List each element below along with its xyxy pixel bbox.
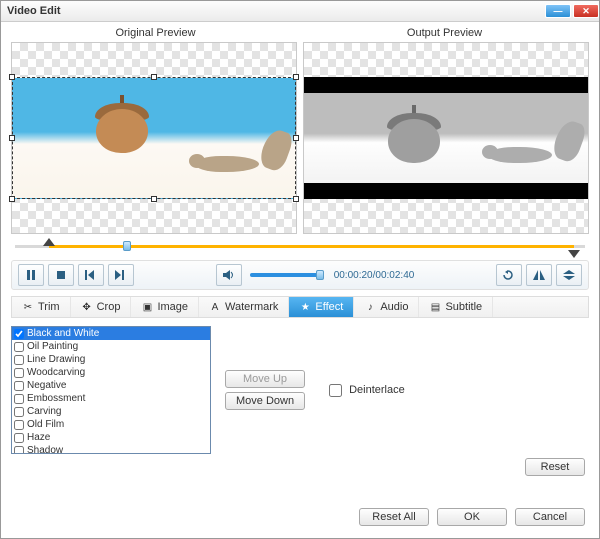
tab-watermark[interactable]: A Watermark xyxy=(199,297,289,317)
tab-label: Subtitle xyxy=(445,301,482,313)
effect-checkbox[interactable] xyxy=(14,342,24,352)
effect-label: Embossment xyxy=(27,393,85,404)
deinterlace-option[interactable]: Deinterlace xyxy=(325,381,405,400)
effect-item[interactable]: Embossment xyxy=(12,392,210,405)
output-preview-panel xyxy=(303,42,589,234)
effect-item[interactable]: Negative xyxy=(12,379,210,392)
effect-item[interactable]: Oil Painting xyxy=(12,340,210,353)
music-note-icon: ♪ xyxy=(364,301,376,313)
tab-trim[interactable]: ✂ Trim xyxy=(12,297,71,317)
crop-handle[interactable] xyxy=(293,196,299,202)
flip-horizontal-button[interactable] xyxy=(526,264,552,286)
effect-label: Carving xyxy=(27,406,61,417)
crop-icon: ✥ xyxy=(81,301,93,313)
watermark-icon: A xyxy=(209,301,221,313)
range-end-marker[interactable] xyxy=(568,250,580,258)
set-start-button[interactable] xyxy=(78,264,104,286)
titlebar: Video Edit — ✕ xyxy=(1,1,599,22)
tab-audio[interactable]: ♪ Audio xyxy=(354,297,419,317)
crop-region[interactable] xyxy=(12,77,296,199)
effect-label: Black and White xyxy=(27,328,99,339)
scissors-icon: ✂ xyxy=(22,301,34,313)
effect-checkbox[interactable] xyxy=(14,381,24,391)
subtitle-icon: ▤ xyxy=(429,301,441,313)
effects-listbox[interactable]: Black and White Oil Painting Line Drawing W… xyxy=(11,326,211,454)
pause-button[interactable] xyxy=(18,264,44,286)
tab-label: Trim xyxy=(38,301,60,313)
crop-handle[interactable] xyxy=(293,74,299,80)
undo-button[interactable] xyxy=(496,264,522,286)
image-icon: ▣ xyxy=(141,301,153,313)
crop-handle[interactable] xyxy=(151,74,157,80)
output-preview-label: Output Preview xyxy=(300,27,589,39)
move-up-button[interactable]: Move Up xyxy=(225,370,305,388)
deinterlace-label: Deinterlace xyxy=(349,384,405,396)
cancel-button[interactable]: Cancel xyxy=(515,508,585,526)
reset-button[interactable]: Reset xyxy=(525,458,585,476)
crop-handle[interactable] xyxy=(9,135,15,141)
timeline-playhead[interactable] xyxy=(123,241,131,251)
window-title: Video Edit xyxy=(7,5,543,17)
playback-toolbar: 00:00:20/00:02:40 xyxy=(11,260,589,290)
tab-crop[interactable]: ✥ Crop xyxy=(71,297,132,317)
tab-effect[interactable]: ★ Effect xyxy=(289,297,354,317)
effect-item[interactable]: Line Drawing xyxy=(12,353,210,366)
crop-handle[interactable] xyxy=(9,196,15,202)
time-display: 00:00:20/00:02:40 xyxy=(334,270,415,281)
reset-all-button[interactable]: Reset All xyxy=(359,508,429,526)
close-button[interactable]: ✕ xyxy=(573,4,599,18)
move-down-button[interactable]: Move Down xyxy=(225,392,305,410)
tab-label: Audio xyxy=(380,301,408,313)
star-icon: ★ xyxy=(299,301,311,313)
flip-vertical-button[interactable] xyxy=(556,264,582,286)
range-start-marker[interactable] xyxy=(43,238,55,246)
effect-item[interactable]: Haze xyxy=(12,431,210,444)
effect-label: Oil Painting xyxy=(27,341,78,352)
mute-button[interactable] xyxy=(216,264,242,286)
stop-button[interactable] xyxy=(48,264,74,286)
tab-bar: ✂ Trim ✥ Crop ▣ Image A Watermark ★ Effect ♪ A… xyxy=(11,296,589,318)
timeline[interactable] xyxy=(15,240,585,254)
tab-label: Watermark xyxy=(225,301,278,313)
tab-label: Effect xyxy=(315,301,343,313)
effect-item[interactable]: Carving xyxy=(12,405,210,418)
effect-checkbox[interactable] xyxy=(14,329,24,339)
ok-button[interactable]: OK xyxy=(437,508,507,526)
volume-thumb[interactable] xyxy=(316,270,324,280)
effect-checkbox[interactable] xyxy=(14,368,24,378)
effect-checkbox[interactable] xyxy=(14,433,24,443)
crop-handle[interactable] xyxy=(293,135,299,141)
tab-subtitle[interactable]: ▤ Subtitle xyxy=(419,297,493,317)
effect-label: Shadow xyxy=(27,445,63,454)
effect-checkbox[interactable] xyxy=(14,420,24,430)
effect-item[interactable]: Black and White xyxy=(12,327,210,340)
tab-label: Image xyxy=(157,301,188,313)
effect-checkbox[interactable] xyxy=(14,407,24,417)
crop-handle[interactable] xyxy=(151,196,157,202)
effect-label: Woodcarving xyxy=(27,367,85,378)
deinterlace-checkbox[interactable] xyxy=(329,384,342,397)
effect-item[interactable]: Woodcarving xyxy=(12,366,210,379)
crop-handle[interactable] xyxy=(9,74,15,80)
volume-slider[interactable] xyxy=(250,273,320,277)
tab-image[interactable]: ▣ Image xyxy=(131,297,199,317)
tab-label: Crop xyxy=(97,301,121,313)
effect-item[interactable]: Shadow xyxy=(12,444,210,454)
effect-label: Negative xyxy=(27,380,66,391)
original-preview-label: Original Preview xyxy=(11,27,300,39)
dialog-footer: Reset All OK Cancel xyxy=(1,498,599,538)
effect-checkbox[interactable] xyxy=(14,394,24,404)
effect-item[interactable]: Old Film xyxy=(12,418,210,431)
effect-label: Line Drawing xyxy=(27,354,85,365)
minimize-button[interactable]: — xyxy=(545,4,571,18)
effect-checkbox[interactable] xyxy=(14,446,24,455)
effect-label: Old Film xyxy=(27,419,64,430)
set-end-button[interactable] xyxy=(108,264,134,286)
effect-label: Haze xyxy=(27,432,50,443)
original-preview-panel xyxy=(11,42,297,234)
effect-checkbox[interactable] xyxy=(14,355,24,365)
